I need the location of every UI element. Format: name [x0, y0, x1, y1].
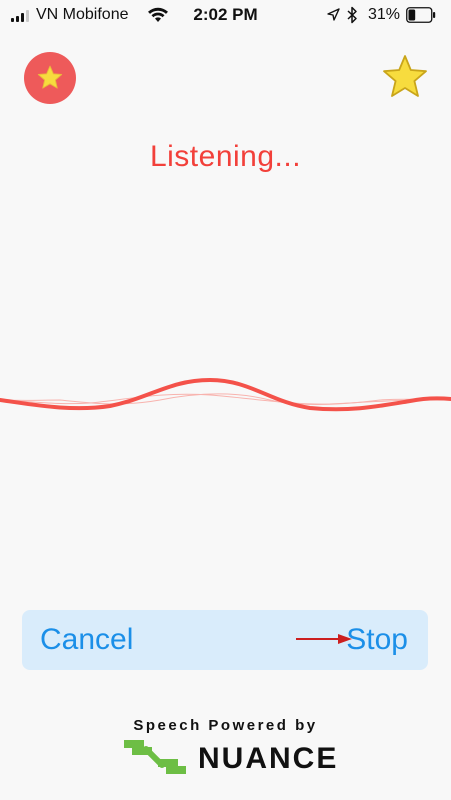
nuance-logo-icon	[124, 740, 186, 774]
status-bar: VN Mobifone 2:02 PM 31%	[0, 0, 451, 32]
bluetooth-icon	[347, 6, 357, 24]
arrow-right-icon	[296, 634, 352, 644]
cancel-button[interactable]: Cancel	[40, 610, 133, 670]
stop-button[interactable]: Stop	[346, 610, 408, 670]
location-icon	[327, 8, 340, 21]
action-bar: Cancel Stop	[22, 610, 428, 670]
speech-recognition-screen: VN Mobifone 2:02 PM 31% Listening... Can…	[0, 0, 451, 800]
star-icon	[37, 65, 63, 89]
nuance-brand: NUANCE	[198, 742, 339, 775]
listening-status: Listening...	[149, 140, 302, 173]
battery-percent: 31%	[368, 6, 401, 23]
battery-icon	[406, 7, 436, 23]
powered-by-text: Speech Powered by	[133, 717, 318, 734]
audio-waveform	[0, 377, 451, 412]
star-button[interactable]	[381, 54, 429, 100]
favorites-button[interactable]	[24, 52, 76, 104]
